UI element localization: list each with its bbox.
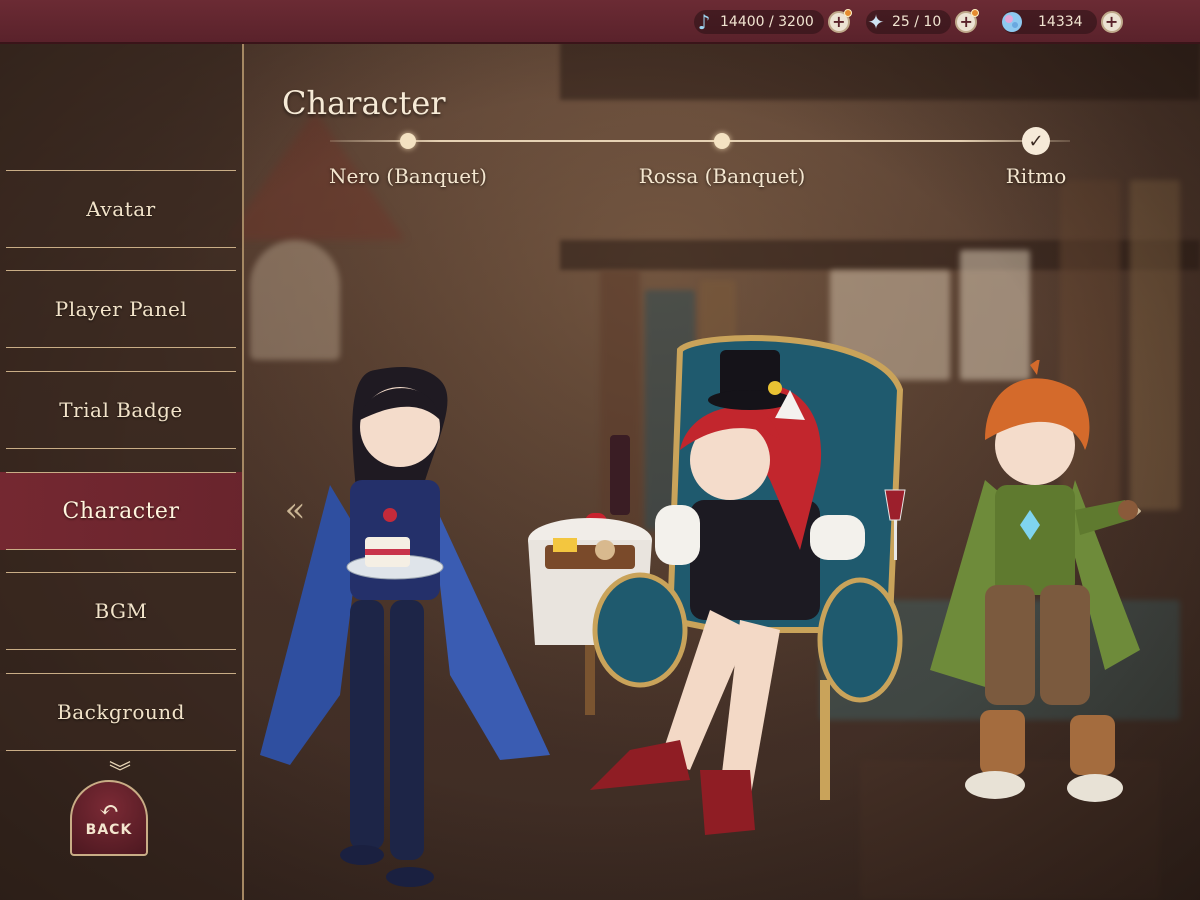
character-ritmo[interactable] bbox=[925, 360, 1155, 810]
sidebar-item-label: BGM bbox=[94, 599, 148, 623]
resource-bar: 14400 / 3200 ♪ + 25 / 10 ✦ + 14334 + bbox=[0, 0, 1200, 44]
sidebar-item-background[interactable]: Background bbox=[0, 673, 242, 751]
sidebar-item-label: Character bbox=[62, 498, 180, 524]
alert-dot-icon bbox=[843, 9, 852, 17]
sidebar-item-bgm[interactable]: BGM bbox=[0, 572, 242, 650]
category-sidebar: Avatar Player Panel Trial Badge Characte… bbox=[0, 44, 244, 900]
timeline-label-ritmo[interactable]: Ritmo bbox=[1006, 164, 1067, 188]
resource-crystals: 14334 + bbox=[1002, 8, 1123, 36]
alert-dot-icon bbox=[971, 9, 980, 17]
resource-stamina: 25 / 10 ✦ + bbox=[866, 8, 980, 36]
sidebar-item-avatar[interactable]: Avatar bbox=[0, 170, 242, 248]
sidebar-item-label: Background bbox=[57, 700, 185, 724]
add-stamina-button[interactable]: + bbox=[955, 9, 980, 33]
sidebar-item-player-panel[interactable]: Player Panel bbox=[0, 270, 242, 348]
add-crystals-button[interactable]: + bbox=[1100, 11, 1123, 33]
sidebar-item-trial-badge[interactable]: Trial Badge bbox=[0, 371, 242, 449]
character-nero[interactable] bbox=[250, 365, 570, 900]
add-music-notes-button[interactable]: + bbox=[827, 9, 852, 33]
back-button[interactable]: ↶ BACK bbox=[70, 780, 148, 856]
timeline-label-rossa[interactable]: Rossa (Banquet) bbox=[639, 164, 806, 188]
back-arrow-icon: ↶ bbox=[98, 796, 120, 824]
resource-music-notes: 14400 / 3200 ♪ + bbox=[694, 8, 852, 36]
sidebar-item-label: Player Panel bbox=[54, 297, 188, 321]
music-note-icon: ♪ bbox=[697, 10, 711, 34]
sidebar-item-label: Trial Badge bbox=[59, 398, 183, 422]
back-button-label: BACK bbox=[85, 822, 133, 838]
timeline-track bbox=[330, 140, 1070, 142]
timeline-label-nero[interactable]: Nero (Banquet) bbox=[329, 164, 487, 188]
checkmark-icon[interactable]: ✓ bbox=[1022, 127, 1050, 155]
sidebar-item-character[interactable]: Character bbox=[0, 472, 242, 550]
page-title: Character bbox=[282, 84, 446, 122]
character-rossa[interactable] bbox=[570, 330, 920, 850]
stamina-wing-icon: ✦ bbox=[867, 10, 885, 34]
timeline-node-nero[interactable] bbox=[400, 133, 416, 149]
sidebar-item-label: Avatar bbox=[86, 197, 156, 221]
crystal-orb-icon bbox=[998, 8, 1026, 36]
timeline-node-rossa[interactable] bbox=[714, 133, 730, 149]
